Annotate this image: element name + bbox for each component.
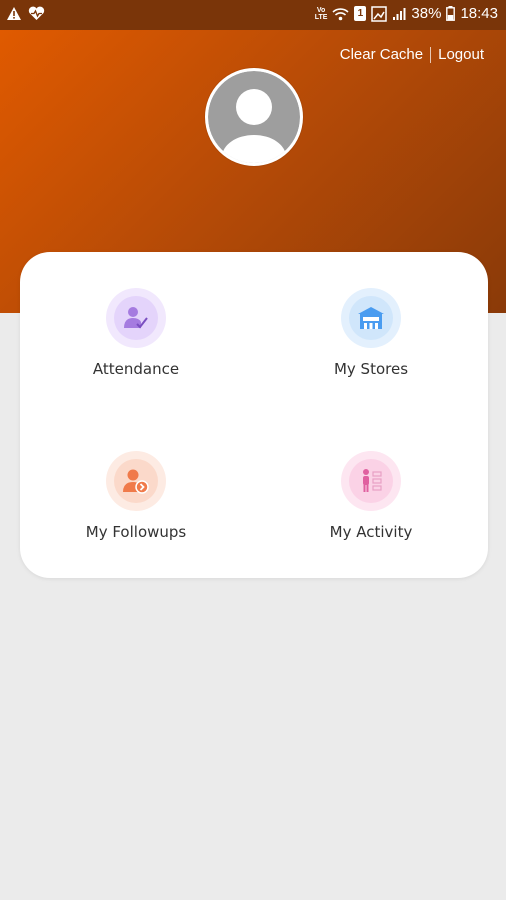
clock: 18:43 xyxy=(460,5,498,22)
gallery-icon xyxy=(371,5,388,22)
followup-icon xyxy=(123,469,149,494)
signal-icon xyxy=(393,7,406,20)
menu-item-label: My Activity xyxy=(329,523,413,541)
link-divider xyxy=(430,46,432,63)
attendance-icon xyxy=(124,307,148,329)
menu-item-label: Attendance xyxy=(92,360,180,378)
menu-item-my-followups[interactable]: My Followups xyxy=(36,451,236,541)
logout-link[interactable]: Logout xyxy=(438,46,484,63)
battery-percent: 38% xyxy=(411,5,442,22)
warning-icon xyxy=(7,7,21,20)
wifi-icon xyxy=(332,7,349,20)
menu-item-my-activity[interactable]: My Activity xyxy=(271,451,471,541)
sim-icon: 1 xyxy=(354,6,367,21)
heart-icon xyxy=(28,6,45,21)
user-avatar-icon xyxy=(208,71,300,163)
menu-card: Attendance My Stores My Followups My Act… xyxy=(20,252,488,578)
header-links: Clear Cache Logout xyxy=(340,46,484,63)
avatar[interactable] xyxy=(205,68,303,166)
followup-icon-bg xyxy=(106,451,166,511)
store-icon-bg xyxy=(341,288,401,348)
status-bar: Vo LTE 1 38% 18:43 xyxy=(0,0,506,30)
menu-item-my-stores[interactable]: My Stores xyxy=(271,288,471,378)
activity-icon-bg xyxy=(341,451,401,511)
menu-item-attendance[interactable]: Attendance xyxy=(36,288,236,378)
volte-indicator: Vo LTE xyxy=(314,6,328,21)
battery-icon xyxy=(446,6,456,21)
activity-icon xyxy=(363,469,382,492)
attendance-icon-bg xyxy=(106,288,166,348)
menu-item-label: My Stores xyxy=(333,360,409,378)
menu-item-label: My Followups xyxy=(85,523,187,541)
clear-cache-link[interactable]: Clear Cache xyxy=(340,46,423,63)
store-icon xyxy=(358,307,384,329)
